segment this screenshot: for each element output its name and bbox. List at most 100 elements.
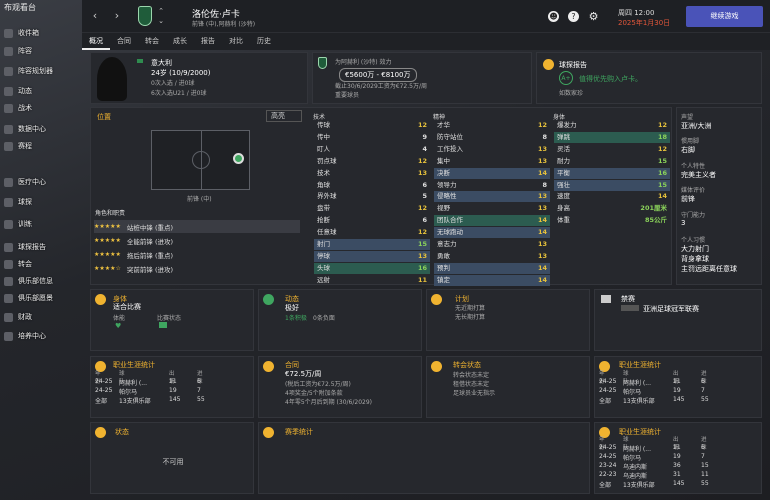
sidebar-item-label: 动态: [18, 87, 32, 95]
club-panel: 为阿赫利 (沙特) 效力 €5600万 - €8100万 截止30/6/2029…: [312, 52, 532, 104]
sidebar-item-10[interactable]: 球探报告: [4, 240, 80, 254]
attribute-name: 体重: [557, 216, 570, 225]
tab-0[interactable]: 概况: [82, 33, 110, 50]
sidebar-item-12[interactable]: 俱乐部信息: [4, 274, 80, 288]
attribute-row: 决断 14: [434, 167, 550, 179]
sidebar-item-14[interactable]: 财政: [4, 310, 80, 324]
help-icon[interactable]: ?: [568, 11, 579, 22]
attribute-name: 任意球: [317, 228, 337, 237]
career-cell: 全部: [95, 398, 108, 405]
tab-2[interactable]: 转会: [138, 33, 166, 50]
position-title[interactable]: 位置: [97, 112, 111, 122]
status-card: 状态 不可用: [90, 422, 254, 494]
sidebar-item-3[interactable]: 动态: [4, 84, 80, 98]
season-title[interactable]: 赛季统计: [285, 427, 313, 437]
sidebar-item-label: 球探: [18, 198, 32, 206]
morale-card: 动态 极好 1条积极 0条负面: [258, 289, 422, 351]
sidebar-item-label: 数据中心: [18, 125, 46, 133]
highlight-select[interactable]: 高亮: [266, 110, 302, 122]
transfer-line-1: 转会状态未定: [453, 372, 490, 379]
sidebar-item-7[interactable]: 医疗中心: [4, 175, 80, 189]
tab-3[interactable]: 成长: [166, 33, 194, 50]
tab-5[interactable]: 对比: [222, 33, 250, 50]
attribute-value: 13: [537, 192, 547, 201]
sidebar-item-label: 培养中心: [18, 332, 46, 340]
sidebar-item-2[interactable]: 阵容规划器: [4, 64, 80, 78]
club-crest-icon[interactable]: [138, 6, 152, 26]
attribute-row: 团队合作 14: [434, 215, 550, 227]
career-cell: 15: [701, 462, 709, 469]
attribute-row: 弹跳 18: [554, 131, 670, 143]
attribute-name: 传球: [317, 121, 330, 129]
role-stars: ★★★★★: [94, 223, 121, 230]
attribute-name: 头球: [317, 263, 330, 272]
back-arrow-icon[interactable]: ‹: [88, 9, 102, 23]
forward-arrow-icon[interactable]: ›: [110, 9, 124, 23]
attribute-name: 镇定: [437, 275, 450, 284]
role-row[interactable]: ★★★★★ 拖后前锋 (重点): [94, 248, 300, 261]
attribute-value: 12: [417, 228, 427, 237]
manager-icon[interactable]: ☻: [548, 11, 559, 22]
gk-label: 守门能力: [681, 212, 706, 219]
continue-button[interactable]: 继续游戏: [686, 6, 763, 27]
attribute-row: 速度 14: [554, 191, 670, 202]
role-name: 站桩中锋 (重点): [126, 223, 174, 232]
sidebar-item-15[interactable]: 培养中心: [4, 329, 80, 343]
chevron-down-icon[interactable]: ⌄: [154, 14, 168, 28]
career-cell: 7: [197, 387, 201, 394]
tab-4[interactable]: 报告: [194, 33, 222, 50]
game-date: 2025年1月30日: [618, 19, 671, 27]
attribute-name: 无球跑动: [437, 228, 463, 237]
sidebar-item-label: 训练: [18, 220, 32, 228]
scout-sub: 如数家珍: [559, 90, 584, 97]
vision-icon: [4, 293, 13, 303]
attribute-value: 14: [537, 216, 547, 225]
tab-6[interactable]: 历史: [250, 33, 278, 50]
career-cell: 24-25: [599, 378, 617, 385]
foot-label: 惯用脚: [681, 138, 700, 145]
club-icon: [4, 276, 13, 286]
career-cell: 23-24: [599, 462, 617, 469]
sidebar-item-9[interactable]: 训练: [4, 217, 80, 231]
attribute-row: 耐力 15: [554, 156, 670, 167]
role-stars: ★★★★★: [94, 251, 121, 258]
transfer-title[interactable]: 转会状态: [453, 360, 481, 370]
gear-icon[interactable]: ⚙: [588, 11, 599, 22]
transfer-line-3: 足球员业无指示: [453, 390, 496, 397]
ban-icon: [601, 295, 611, 303]
sidebar-item-13[interactable]: 俱乐部愿景: [4, 291, 80, 305]
status-title[interactable]: 状态: [115, 427, 129, 437]
top-bar: ‹ › ⌃ ⌄ 洛伦佐·卢卡 前锋 (中),阿赫利 (沙特) ☻ ? ⚙ 周四 …: [82, 0, 770, 33]
attribute-value: 9: [422, 132, 427, 141]
finance-icon: [4, 312, 13, 322]
profile-panel: 意大利 24岁 (10/9/2000) 0次入选 / 进0球 6次入选U21 /…: [90, 52, 308, 104]
sidebar-item-5[interactable]: 数据中心: [4, 122, 80, 136]
morale-negative: 0条负面: [313, 315, 335, 322]
trait-item: 主罚远距离任意球: [681, 265, 737, 273]
data-icon: [4, 124, 13, 134]
scout-panel: 球探报告 A+ 值得优先购入卢卡。 如数家珍: [536, 52, 762, 104]
sidebar-item-11[interactable]: 转会: [4, 257, 80, 271]
career-card-3: 职业生涯统计 年份 球队 出场 进球 24-25 阿赫利 (... 11 6 24-25 帕尔马 1…: [594, 422, 762, 494]
tab-1[interactable]: 合同: [110, 33, 138, 50]
attribute-name: 视野: [437, 204, 450, 213]
sidebar-item-0[interactable]: 收件箱: [4, 26, 80, 40]
squad-role: 重要球员: [335, 92, 360, 99]
attribute-name: 工作投入: [437, 144, 463, 153]
sidebar-item-1[interactable]: 阵容: [4, 44, 80, 58]
sidebar-item-6[interactable]: 赛程: [4, 139, 80, 153]
career-cell: 13支俱乐部: [119, 398, 151, 405]
role-row[interactable]: ★★★★★ 全能前锋 (进攻): [94, 234, 300, 247]
role-row[interactable]: ★★★★☆ 突前前锋 (进攻): [94, 262, 300, 275]
attribute-name: 灵活: [557, 144, 570, 153]
attribute-value: 15: [417, 240, 427, 248]
sidebar-item-4[interactable]: 战术: [4, 101, 80, 115]
position-pitch: [151, 130, 250, 190]
career-cell: 7: [701, 453, 705, 460]
attribute-row: 强壮 15: [554, 179, 670, 191]
sidebar-item-label: 转会: [18, 260, 32, 268]
attribute-row: 爆发力 12: [554, 120, 670, 131]
roles-title: 角色和职责: [95, 210, 126, 217]
role-row[interactable]: ★★★★★ 站桩中锋 (重点): [94, 220, 300, 233]
sidebar-item-8[interactable]: 球探: [4, 195, 80, 209]
